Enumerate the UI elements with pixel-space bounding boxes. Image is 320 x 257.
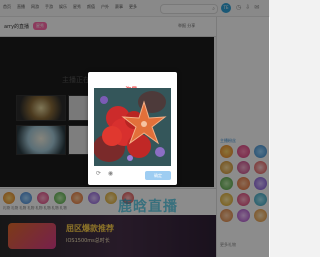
audio-icon[interactable]: ◉ [106, 169, 115, 178]
captcha-footer: ⟳ ◉ [94, 169, 115, 178]
captcha-image-art [94, 88, 171, 166]
captcha-confirm-button[interactable]: 确定 [145, 171, 171, 180]
captcha-dialog: 请在下图中点击:海星 ⟳ ◉ 确定 [88, 72, 177, 185]
captcha-image[interactable] [94, 88, 171, 166]
refresh-icon[interactable]: ⟳ [94, 169, 103, 178]
